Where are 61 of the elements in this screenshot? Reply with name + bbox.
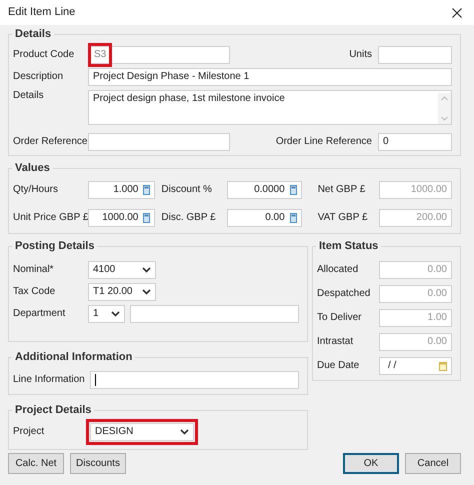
chevron-icon <box>111 311 120 317</box>
field-label: Department <box>13 308 66 320</box>
field-label: To Deliver <box>317 312 362 324</box>
input-field[interactable] <box>90 371 299 389</box>
section-title: Details <box>14 27 52 41</box>
input-field[interactable]: Project Design Phase - Milestone 1 <box>88 68 452 86</box>
field-label: Details <box>13 90 45 102</box>
chevron-icon <box>142 267 151 273</box>
input-field[interactable]: / / <box>379 357 452 375</box>
field-label: VAT GBP £ <box>318 212 369 224</box>
dialog-button[interactable]: Discounts <box>70 453 126 474</box>
section-title: Item Status <box>318 239 380 253</box>
dialog-button[interactable]: OK <box>343 453 399 474</box>
chevron-icon <box>180 429 189 435</box>
section-title: Values <box>14 161 51 175</box>
chevron-icon <box>142 289 151 295</box>
dialog-button[interactable]: Calc. Net <box>8 453 64 474</box>
input-field[interactable]: 1000.00 <box>88 209 156 227</box>
field-label: Tax Code <box>13 286 56 298</box>
dropdown[interactable]: DESIGN <box>90 423 194 441</box>
dropdown[interactable]: T1 20.00 <box>88 283 156 301</box>
field-label: Qty/Hours <box>13 184 60 196</box>
calculator-icon <box>143 213 150 223</box>
field-label: Line Information <box>13 374 86 386</box>
input-field[interactable]: S3 <box>88 46 230 64</box>
calculator-icon <box>290 213 297 223</box>
input-field[interactable] <box>88 133 230 151</box>
field-label: Due Date <box>317 360 360 372</box>
field-label: Allocated <box>317 264 360 276</box>
field-label: Product Code <box>13 49 76 61</box>
field-label: Despatched <box>317 288 372 300</box>
calendar-icon <box>439 362 447 370</box>
dialog-button[interactable]: Cancel <box>405 453 461 474</box>
field-label: Discount % <box>161 184 213 196</box>
text-area[interactable]: Project design phase, 1st milestone invoice <box>88 90 452 125</box>
field-label: Nominal* <box>13 264 55 276</box>
calculator-icon <box>290 185 297 195</box>
section-title: Project Details <box>14 403 92 417</box>
section-title: Additional Information <box>14 350 134 364</box>
scrollbar <box>438 93 451 124</box>
input-field[interactable]: 1.000 <box>88 181 156 199</box>
field-label: Project <box>13 426 46 438</box>
field-label: Units <box>349 49 372 61</box>
calculator-icon <box>143 185 150 195</box>
section-title: Posting Details <box>14 239 96 253</box>
field-label: Net GBP £ <box>318 184 366 196</box>
field-label: Unit Price GBP £ <box>13 212 88 224</box>
input-field[interactable] <box>130 305 299 323</box>
field-label: Order Line Reference <box>276 136 372 148</box>
input-field[interactable]: 0.0000 <box>227 181 302 199</box>
field-label: Disc. GBP £ <box>161 212 217 224</box>
close-icon[interactable] <box>452 8 462 18</box>
field-label: Description <box>13 71 64 83</box>
dropdown[interactable]: 4100 <box>88 261 156 279</box>
dropdown[interactable]: 1 <box>88 305 125 323</box>
input-field[interactable]: 0 <box>378 133 452 151</box>
input-field[interactable] <box>378 46 452 64</box>
field-label: Intrastat <box>317 336 354 348</box>
window-title: Edit Item Line <box>8 6 76 20</box>
field-label: Order Reference <box>13 136 88 148</box>
input-field[interactable]: 0.00 <box>227 209 302 227</box>
